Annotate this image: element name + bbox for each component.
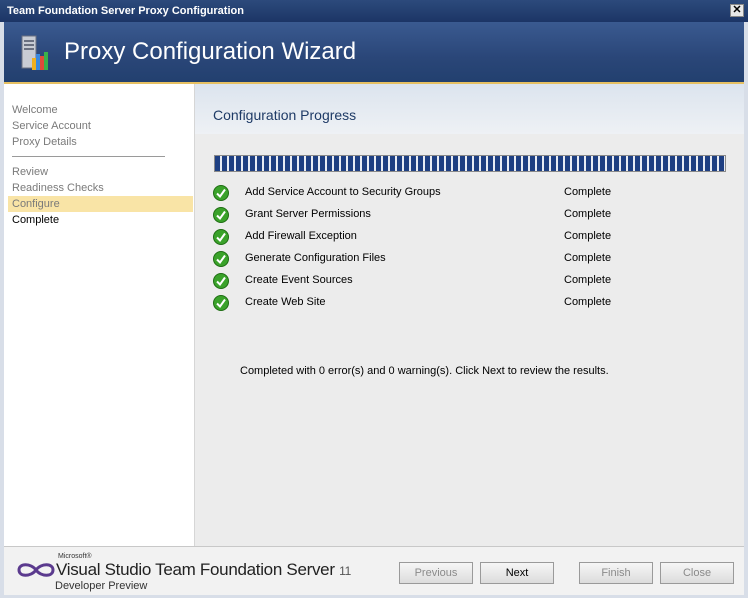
task-row: Add Service Account to Security Groups C… — [213, 184, 733, 202]
task-status: Complete — [564, 252, 612, 264]
wizard-body: Welcome Service Account Proxy Details Re… — [4, 84, 744, 546]
task-row: Create Web Site Complete — [213, 294, 733, 312]
product-logo: Microsoft® Visual Studio Team Foundation… — [16, 553, 351, 593]
wizard-steps-nav: Welcome Service Account Proxy Details Re… — [4, 84, 195, 546]
infinity-logo-icon — [17, 563, 55, 577]
nav-step-review[interactable]: Review — [12, 164, 48, 180]
task-name: Add Service Account to Security Groups — [245, 186, 441, 198]
check-icon — [213, 251, 229, 267]
task-status: Complete — [564, 274, 612, 286]
content-panel: Configuration Progress Add Service Accou… — [195, 84, 744, 546]
product-version: 11 — [339, 564, 351, 578]
next-button[interactable]: Next — [480, 562, 554, 584]
server-wizard-icon — [21, 35, 48, 70]
close-icon[interactable]: ✕ — [730, 4, 744, 17]
nav-step-proxy-details[interactable]: Proxy Details — [12, 134, 77, 150]
check-icon — [213, 273, 229, 289]
check-icon — [213, 295, 229, 311]
product-title: Visual Studio Team Foundation Server — [56, 560, 335, 579]
check-icon — [213, 229, 229, 245]
task-name: Grant Server Permissions — [245, 208, 371, 220]
check-icon — [213, 185, 229, 201]
task-status: Complete — [564, 186, 612, 198]
nav-divider — [12, 156, 165, 157]
product-name: Visual Studio Team Foundation Server 11 — [56, 560, 351, 580]
check-icon — [213, 207, 229, 223]
nav-step-service-account[interactable]: Service Account — [12, 118, 91, 134]
nav-step-readiness-checks[interactable]: Readiness Checks — [12, 180, 104, 196]
close-button[interactable]: Close — [660, 562, 734, 584]
task-name: Add Firewall Exception — [245, 230, 357, 242]
page-title: Configuration Progress — [213, 107, 357, 123]
window-title: Team Foundation Server Proxy Configurati… — [7, 5, 244, 17]
task-name: Create Web Site — [245, 296, 326, 308]
task-row: Add Firewall Exception Complete — [213, 228, 733, 246]
task-row: Generate Configuration Files Complete — [213, 250, 733, 268]
configuration-progress-bar — [214, 155, 726, 172]
product-edition: Developer Preview — [55, 580, 148, 592]
task-status: Complete — [564, 230, 612, 242]
nav-step-welcome[interactable]: Welcome — [12, 102, 58, 118]
previous-button[interactable]: Previous — [399, 562, 473, 584]
result-summary: Completed with 0 error(s) and 0 warning(… — [240, 365, 609, 377]
wizard-footer: Microsoft® Visual Studio Team Foundation… — [4, 546, 744, 595]
task-row: Grant Server Permissions Complete — [213, 206, 733, 224]
wizard-heading: Proxy Configuration Wizard — [64, 38, 357, 65]
microsoft-wordmark: Microsoft® — [58, 553, 92, 560]
nav-step-complete[interactable]: Complete — [12, 212, 59, 228]
content-header: Configuration Progress — [195, 84, 744, 134]
nav-step-configure[interactable]: Configure — [8, 196, 193, 212]
finish-button[interactable]: Finish — [579, 562, 653, 584]
title-bar: Team Foundation Server Proxy Configurati… — [0, 0, 748, 22]
task-status: Complete — [564, 296, 612, 308]
wizard-window: Team Foundation Server Proxy Configurati… — [0, 0, 748, 598]
task-row: Create Event Sources Complete — [213, 272, 733, 290]
task-status: Complete — [564, 208, 612, 220]
task-name: Generate Configuration Files — [245, 252, 386, 264]
wizard-banner: Proxy Configuration Wizard — [4, 22, 744, 84]
task-name: Create Event Sources — [245, 274, 353, 286]
